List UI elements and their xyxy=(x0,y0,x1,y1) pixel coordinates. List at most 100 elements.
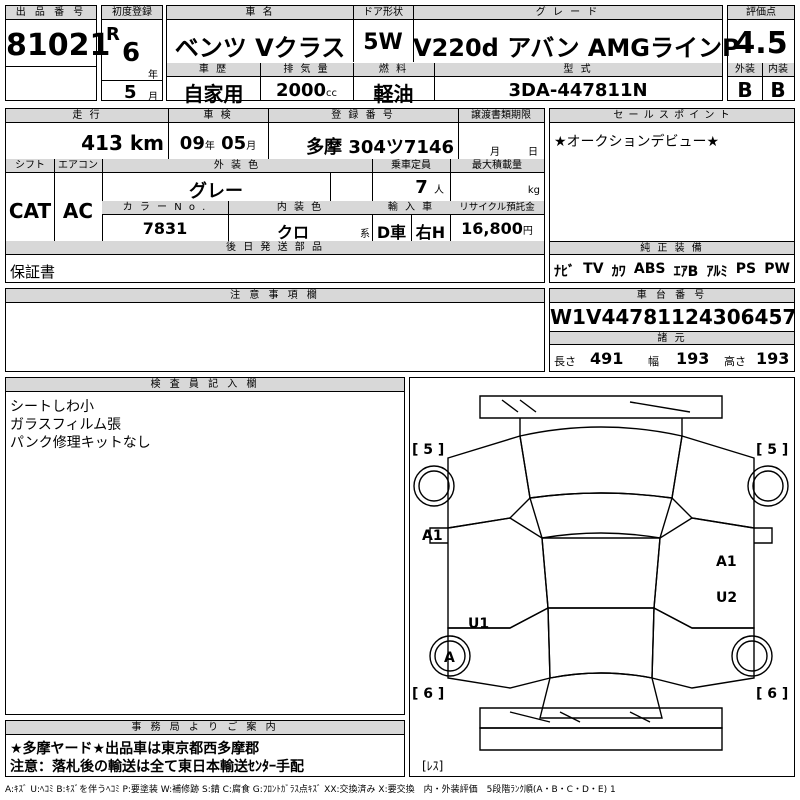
height-value: 193 xyxy=(756,349,790,368)
mark-right-rear-door: U2 xyxy=(716,590,737,606)
length-label: 長さ xyxy=(554,355,576,368)
displacement-value: 2000 xyxy=(275,80,327,101)
selling-points-label: セ ー ル ス ポ イ ン ト xyxy=(550,109,794,123)
mileage-label: 走 行 xyxy=(6,109,168,123)
first-registration-box: 初度登録 R 6 年 5 月 xyxy=(101,5,163,103)
equipment-item: ﾅﾋﾞ xyxy=(554,264,575,280)
lot-number: 81021 xyxy=(6,28,111,63)
equipment-item: PW xyxy=(764,261,790,277)
mark-rear-left: [ 6 ] xyxy=(412,686,444,702)
door-type: 5W xyxy=(363,30,403,55)
reg-number: 多摩 304ツ7146 xyxy=(306,137,454,158)
int-color: クロ xyxy=(276,223,309,242)
int-grade: B xyxy=(770,78,786,102)
main-info-box: 走 行 車 検 登 録 番 号 譲渡書類期限 413 km 09年 05月 多摩… xyxy=(5,108,545,283)
mileage: 413 km xyxy=(6,131,164,155)
mark-rear-right: [ 6 ] xyxy=(756,686,788,702)
chassis-label: 車 台 番 号 xyxy=(550,289,794,303)
year-unit: 年 xyxy=(148,70,158,81)
mark-right-front-door: A1 xyxy=(716,554,737,570)
selling-points-box: セ ー ル ス ポ イ ン ト ★オークションデビュー★ 純 正 装 備 ﾅﾋﾞ… xyxy=(549,108,795,283)
mileage-unit: km xyxy=(129,131,164,155)
grade-label: グ レ ー ド xyxy=(413,6,722,20)
aircon-label: エアコン xyxy=(54,159,102,173)
capacity-unit: 人 xyxy=(434,185,444,196)
import-label: 輸 入 車 xyxy=(372,201,450,215)
mileage-value: 413 xyxy=(81,131,123,155)
max-load-label: 最大積載量 xyxy=(450,159,544,173)
capacity-label: 乗車定員 xyxy=(372,159,450,173)
notes-box: 注 意 事 項 欄 xyxy=(5,288,545,372)
length-value: 491 xyxy=(590,349,624,368)
displacement-label: 排 気 量 xyxy=(260,63,353,77)
inspection-month: 05 xyxy=(221,133,247,154)
recycle-value: 16,800 xyxy=(461,219,523,238)
fuel: 軽油 xyxy=(373,82,414,106)
recycle-fee: 16,800円 xyxy=(450,219,544,238)
history-label: 車 歴 xyxy=(167,63,260,77)
ext-color: グレー xyxy=(189,181,243,202)
ext-color-label: 外 装 色 xyxy=(102,159,372,173)
legend-text: A:ｷｽﾞ U:ﾍｺﾐ B:ｷｽﾞを伴うﾍｺﾐ P:要塗装 W:補修跡 S:錆 … xyxy=(5,785,616,795)
transfer-month-unit: 月 xyxy=(490,147,500,158)
displacement-unit: cc xyxy=(326,88,338,99)
transfer-label: 譲渡書類期限 xyxy=(458,109,544,123)
import-type: D車 xyxy=(376,223,407,242)
score-label: 評価点 xyxy=(728,6,794,20)
mark-left-rear-door: U1 xyxy=(468,616,489,632)
height-label: 高さ xyxy=(724,355,746,368)
equipment-item: PS xyxy=(735,261,757,277)
handle-side: 右H xyxy=(415,223,446,242)
car-info-box: 車 名 ドア形状 グ レ ー ド ベンツ Vクラス 5W V220d アバン A… xyxy=(166,5,740,106)
mark-rear-bottom: [ﾚｽ] xyxy=(422,759,443,773)
mark-left-front-door: A1 xyxy=(422,528,443,544)
color-no-label: カ ラ ー N o . xyxy=(102,201,228,215)
office-line-2: 注意：落札後の輸送は全て東日本輸送ｾﾝﾀｰ手配 xyxy=(10,759,304,775)
later-parts-label: 後 日 発 送 部 品 xyxy=(6,241,544,255)
inspection-year-unit: 年 xyxy=(204,141,215,152)
car-damage-diagram: [ 5 ] [ 5 ] A1 A1 U1 U2 A [ 6 ] [ 6 ] [ﾚ… xyxy=(412,395,789,773)
transfer-day-unit: 日 xyxy=(528,147,538,158)
shift: CAT xyxy=(8,199,52,223)
chassis-number: W1V44781124306457 xyxy=(550,305,797,329)
model-code: 3DA-447811N xyxy=(508,80,648,101)
fuel-label: 燃 料 xyxy=(353,63,434,77)
recycle-label: リサイクル預託金 xyxy=(450,201,544,215)
inspector-line-3: パンク修理キットなし xyxy=(10,435,151,451)
inspection-year: 09 xyxy=(179,133,205,154)
displacement: 2000cc xyxy=(260,80,353,101)
equipment-item: ｱﾙﾐ xyxy=(706,264,728,280)
later-parts: 保証書 xyxy=(10,263,56,281)
equipment-list: ﾅﾋﾞ TV ｶﾜ ABS ｴｱB ｱﾙﾐ PS PW xyxy=(554,261,790,281)
inspection-date: 09年 05月 xyxy=(168,133,268,154)
inspection-label: 車 検 xyxy=(168,109,268,123)
chassis-box: 車 台 番 号 W1V44781124306457 諸 元 長さ 491 幅 1… xyxy=(549,288,797,372)
int-grade-label: 内装 xyxy=(762,63,794,77)
first-reg-year: 6 xyxy=(122,38,141,68)
mark-front-left: [ 5 ] xyxy=(412,442,444,458)
width-value: 193 xyxy=(676,349,710,368)
inspection-month-unit: 月 xyxy=(246,141,257,152)
damage-diagram-box: [ 5 ] [ 5 ] A1 A1 U1 U2 A [ 6 ] [ 6 ] [ﾚ… xyxy=(409,377,795,777)
grade: V220d アバン AMGラインP xyxy=(413,34,740,62)
first-registration-label: 初度登録 xyxy=(102,6,162,20)
equipment-item: TV xyxy=(583,261,604,277)
equipment-item: ABS xyxy=(633,261,666,277)
capacity: 7 人 xyxy=(372,177,450,198)
score: 4.5 xyxy=(734,26,788,61)
inspector-line-1: シートしわ小 xyxy=(10,399,94,415)
capacity-value: 7 xyxy=(415,177,428,198)
selling-points: ★オークションデビュー★ xyxy=(554,134,720,150)
specs-label: 諸 元 xyxy=(550,331,794,345)
car-name: ベンツ Vクラス xyxy=(174,34,346,62)
max-load-unit: kg xyxy=(527,185,540,196)
int-color-unit: 系 xyxy=(360,229,370,240)
equipment-item: ｶﾜ xyxy=(611,264,626,280)
width-label: 幅 xyxy=(648,355,659,368)
lot-number-label: 出 品 番 号 xyxy=(6,6,96,20)
door-label: ドア形状 xyxy=(353,6,413,20)
equipment-label: 純 正 装 備 xyxy=(550,241,794,255)
inspector-box: 検 査 員 記 入 欄 シートしわ小 ガラスフィルム張 パンク修理キットなし xyxy=(5,377,405,715)
mark-left-rear-wheel: A xyxy=(444,650,455,666)
office-label: 事 務 局 よ り ご 案 内 xyxy=(6,721,404,735)
